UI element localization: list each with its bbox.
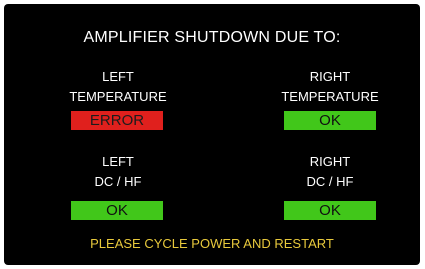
right-temperature-status-badge: OK: [284, 111, 376, 130]
left-temperature-label-line2: TEMPERATURE: [69, 89, 167, 104]
shutdown-panel: AMPLIFIER SHUTDOWN DUE TO: LEFT TEMPERAT…: [4, 4, 420, 265]
right-dc-hf-label: RIGHT DC / HF: [265, 152, 395, 192]
shutdown-title: AMPLIFIER SHUTDOWN DUE TO:: [83, 29, 341, 46]
left-temperature-label-line1: LEFT: [102, 69, 134, 84]
right-temperature-label-line2: TEMPERATURE: [281, 89, 379, 104]
right-dc-hf-label-line2: DC / HF: [306, 174, 354, 189]
right-temperature-label: RIGHT TEMPERATURE: [265, 67, 395, 107]
left-dc-hf-label-line1: LEFT: [102, 154, 134, 169]
restart-instruction: PLEASE CYCLE POWER AND RESTART: [90, 236, 334, 251]
left-dc-hf-label-line2: DC / HF: [94, 174, 142, 189]
left-dc-hf-label: LEFT DC / HF: [53, 152, 183, 192]
right-temperature-label-line1: RIGHT: [309, 69, 351, 84]
right-dc-hf-status-badge: OK: [284, 201, 376, 220]
left-temperature-label: LEFT TEMPERATURE: [53, 67, 183, 107]
left-temperature-status-badge: ERROR: [71, 111, 163, 130]
left-dc-hf-status-badge: OK: [71, 201, 163, 220]
right-dc-hf-label-line1: RIGHT: [309, 154, 351, 169]
